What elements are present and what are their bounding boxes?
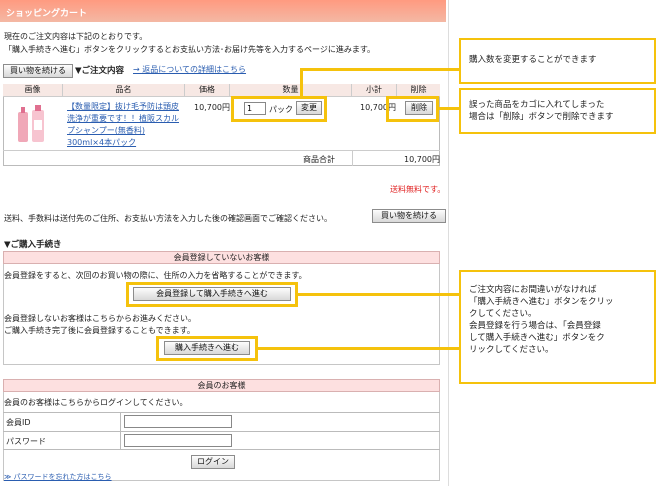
- page-header: ショッピングカート: [0, 0, 446, 22]
- callout-proceed-line-4: 会員登録を行う場合は、「会員登録: [469, 321, 601, 331]
- order-section-title: ▼ご注文内容: [75, 66, 125, 76]
- callout-proceed: ご注文内容にお間違いがなければ 「購入手続きへ進む」ボタンをクリッ クしてくださ…: [459, 270, 656, 384]
- return-policy-link[interactable]: → 返品についての詳細はこちら: [133, 64, 246, 75]
- callout-proceed-line-2: 「購入手続きへ進む」ボタンをクリッ: [469, 297, 614, 307]
- member-panel-title: 会員のお客様: [3, 379, 440, 392]
- non-member-text-1: 会員登録をすると、次回のお買い物の際に、住所の入力を省略することができます。: [4, 271, 307, 280]
- callout-delete-line-2: 場合は「削除」ボタンで削除できます: [469, 112, 614, 122]
- total-label: 商品合計: [303, 155, 335, 164]
- highlight-proceed: [156, 336, 258, 361]
- callout-quantity-text: 購入数を変更することができます: [469, 55, 597, 65]
- non-member-panel-title: 会員登録していないお客様: [3, 251, 440, 264]
- connector-quantity-h: [300, 68, 460, 71]
- continue-shopping-button[interactable]: 買い物を続ける: [3, 64, 73, 78]
- connector-quantity-v: [300, 70, 303, 98]
- login-form-col-divider: [120, 412, 121, 450]
- item-price: 10,700円: [194, 103, 230, 112]
- highlight-delete: [386, 96, 439, 122]
- connector-proceed: [258, 347, 460, 350]
- login-button[interactable]: ログイン: [191, 455, 235, 469]
- product-image[interactable]: [10, 102, 54, 144]
- product-name-link[interactable]: 【数量限定】抜け毛予防は頭皮洗浄が重要です！！植阪スカルプシャンプー(無香料) …: [67, 101, 182, 149]
- member-id-label: 会員ID: [6, 418, 31, 427]
- login-form-divider: [3, 431, 440, 432]
- callout-proceed-line-3: クしてください。: [469, 309, 537, 319]
- callout-proceed-line-5: して購入手続きへ進む」ボタンをク: [469, 333, 605, 343]
- total-divider: [352, 150, 353, 166]
- table-header-price: 価格: [185, 84, 230, 97]
- connector-register: [298, 293, 460, 296]
- table-header-name: 品名: [63, 84, 185, 97]
- total-value: 10,700円: [404, 155, 440, 164]
- callout-proceed-line-6: リックしてください。: [469, 345, 554, 355]
- highlight-register: [126, 282, 298, 307]
- member-id-input[interactable]: [124, 415, 232, 428]
- password-input[interactable]: [124, 434, 232, 447]
- free-shipping-text: 送料無料です。: [390, 185, 446, 194]
- connector-delete: [438, 107, 460, 110]
- highlight-quantity: [231, 96, 327, 122]
- callout-delete-line-1: 誤った商品をカゴに入れてしまった: [469, 100, 605, 110]
- password-label: パスワード: [6, 437, 46, 446]
- table-header-image: 画像: [3, 84, 63, 97]
- intro-line-1: 現在のご注文内容は下記のとおりです。: [4, 32, 148, 41]
- forgot-password-link[interactable]: ≫ パスワードを忘れた方はこちら: [4, 472, 112, 482]
- non-member-text-2: 会員登録しないお客様はこちらからお進みください。: [4, 314, 196, 323]
- table-divider: [3, 150, 440, 151]
- member-text: 会員のお客様はこちらからログインしてください。: [4, 398, 188, 407]
- purchase-section-title: ▼ご購入手続き: [4, 240, 62, 250]
- shipping-note: 送料、手数料は送付先のご住所、お支払い方法を入力した後の確認画面でご確認ください…: [4, 214, 332, 223]
- intro-line-2: 「購入手続きへ進む」ボタンをクリックするとお支払い方法･お届け先等を入力するペー…: [4, 45, 376, 54]
- callout-delete: 誤った商品をカゴに入れてしまった 場合は「削除」ボタンで削除できます: [459, 88, 656, 134]
- callout-proceed-line-1: ご注文内容にお間違いがなければ: [469, 285, 597, 295]
- continue-shopping-button-2[interactable]: 買い物を続ける: [372, 209, 446, 223]
- non-member-text-3: ご購入手続き完了後に会員登録することもできます。: [4, 326, 195, 335]
- callout-quantity: 購入数を変更することができます: [459, 38, 656, 84]
- divider: [448, 0, 449, 486]
